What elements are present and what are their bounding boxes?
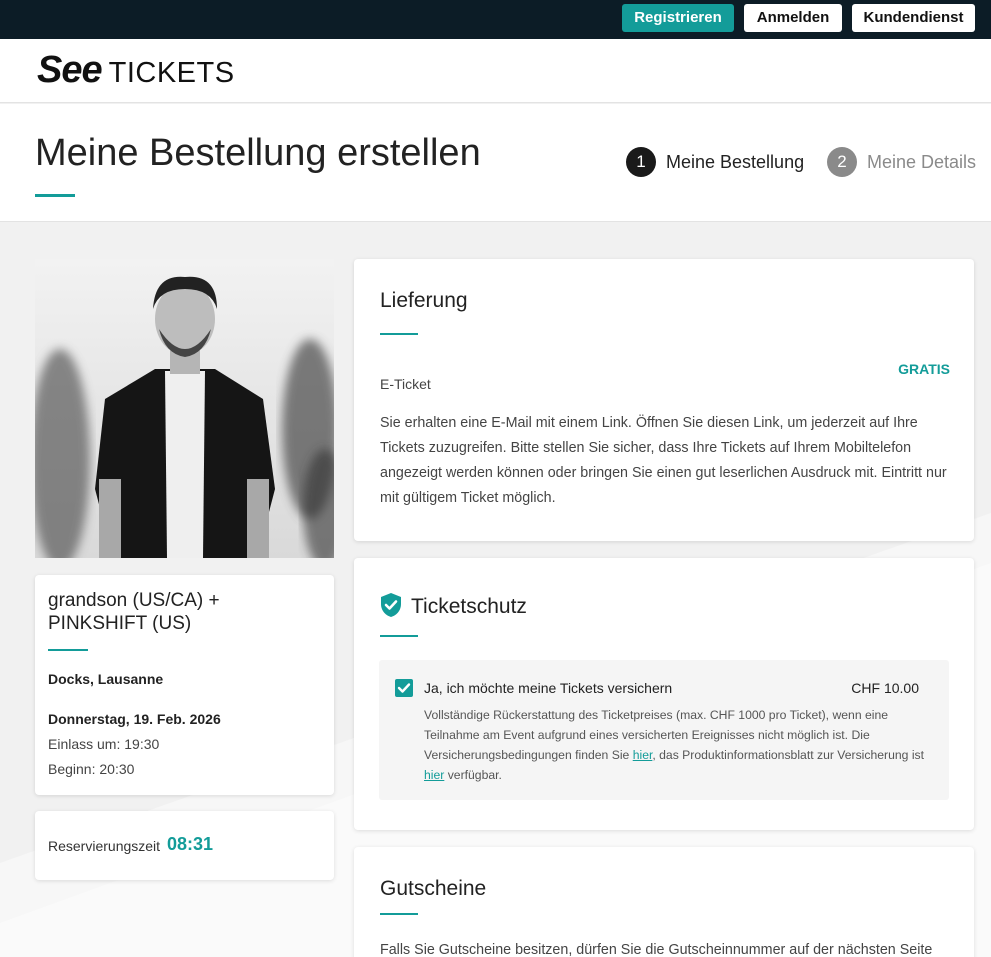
reservation-timer-card: Reservierungszeit 08:31 bbox=[35, 811, 334, 880]
event-name: grandson (US/CA) + PINKSHIFT (US) bbox=[48, 590, 220, 634]
shield-check-icon bbox=[381, 593, 401, 617]
insurance-option: Ja, ich möchte meine Tickets versichern … bbox=[379, 660, 949, 800]
top-bar: Registrieren Anmelden Kundendienst bbox=[0, 0, 991, 39]
step-label: Meine Details bbox=[867, 151, 977, 172]
step-my-details: 2 Meine Details bbox=[827, 147, 976, 177]
logo-tickets-text: TICKETS bbox=[108, 57, 235, 89]
logo-see-text: See bbox=[37, 49, 103, 91]
delivery-price: GRATIS bbox=[898, 361, 950, 377]
register-button[interactable]: Registrieren bbox=[622, 4, 734, 32]
event-doors-time: Einlass um: 19:30 bbox=[48, 736, 160, 752]
reservation-label: Reservierungszeit bbox=[48, 838, 161, 854]
insurance-desc-text: , das Produktinformationsblatt zur Versi… bbox=[652, 748, 925, 762]
section-underline bbox=[380, 635, 418, 637]
event-info-card: grandson (US/CA) + PINKSHIFT (US) Docks,… bbox=[35, 575, 334, 795]
step-my-order: 1 Meine Bestellung bbox=[626, 147, 804, 177]
insurance-terms-link[interactable]: hier bbox=[633, 748, 653, 762]
customer-service-button[interactable]: Kundendienst bbox=[852, 4, 975, 32]
check-icon bbox=[397, 683, 411, 693]
delivery-section: Lieferung GRATIS E-Ticket Sie erhalten e… bbox=[354, 259, 974, 541]
section-underline bbox=[380, 913, 418, 915]
event-underline bbox=[48, 649, 88, 651]
section-underline bbox=[380, 333, 418, 335]
page-title: Meine Bestellung erstellen bbox=[35, 132, 481, 174]
insurance-description: Vollständige Rückerstattung des Ticketpr… bbox=[424, 705, 924, 785]
event-date: Donnerstag, 19. Feb. 2026 bbox=[48, 711, 221, 727]
product-info-link[interactable]: hier bbox=[424, 768, 444, 782]
page-header: Meine Bestellung erstellen 1 Meine Beste… bbox=[0, 104, 991, 222]
insurance-label[interactable]: Ja, ich möchte meine Tickets versichern bbox=[424, 680, 672, 696]
login-button[interactable]: Anmelden bbox=[744, 4, 842, 32]
title-underline bbox=[35, 194, 75, 197]
artist-photo bbox=[35, 259, 334, 558]
see-tickets-logo[interactable]: See TICKETS bbox=[37, 49, 235, 91]
event-venue: Docks, Lausanne bbox=[48, 671, 164, 687]
step-number: 2 bbox=[827, 147, 857, 177]
insurance-checkbox[interactable] bbox=[395, 679, 413, 697]
delivery-title: Lieferung bbox=[380, 289, 468, 312]
insurance-desc-text: verfügbar. bbox=[444, 768, 502, 782]
logo-bar: See TICKETS bbox=[0, 39, 991, 103]
insurance-price: CHF 10.00 bbox=[851, 680, 919, 696]
ticket-protection-title: Ticketschutz bbox=[411, 595, 527, 618]
step-number: 1 bbox=[626, 147, 656, 177]
vouchers-section: Gutscheine Falls Sie Gutscheine besitzen… bbox=[354, 847, 974, 957]
reservation-countdown: 08:31 bbox=[167, 834, 214, 854]
event-start-time: Beginn: 20:30 bbox=[48, 761, 135, 777]
vouchers-title: Gutscheine bbox=[380, 877, 487, 900]
step-label: Meine Bestellung bbox=[666, 151, 805, 172]
delivery-type: E-Ticket bbox=[380, 376, 431, 392]
delivery-description: Sie erhalten eine E-Mail mit einem Link.… bbox=[380, 415, 947, 506]
ticket-protection-section: Ticketschutz Ja, ich möchte meine Ticket… bbox=[354, 558, 974, 830]
vouchers-description: Falls Sie Gutscheine besitzen, dürfen Si… bbox=[380, 942, 933, 957]
